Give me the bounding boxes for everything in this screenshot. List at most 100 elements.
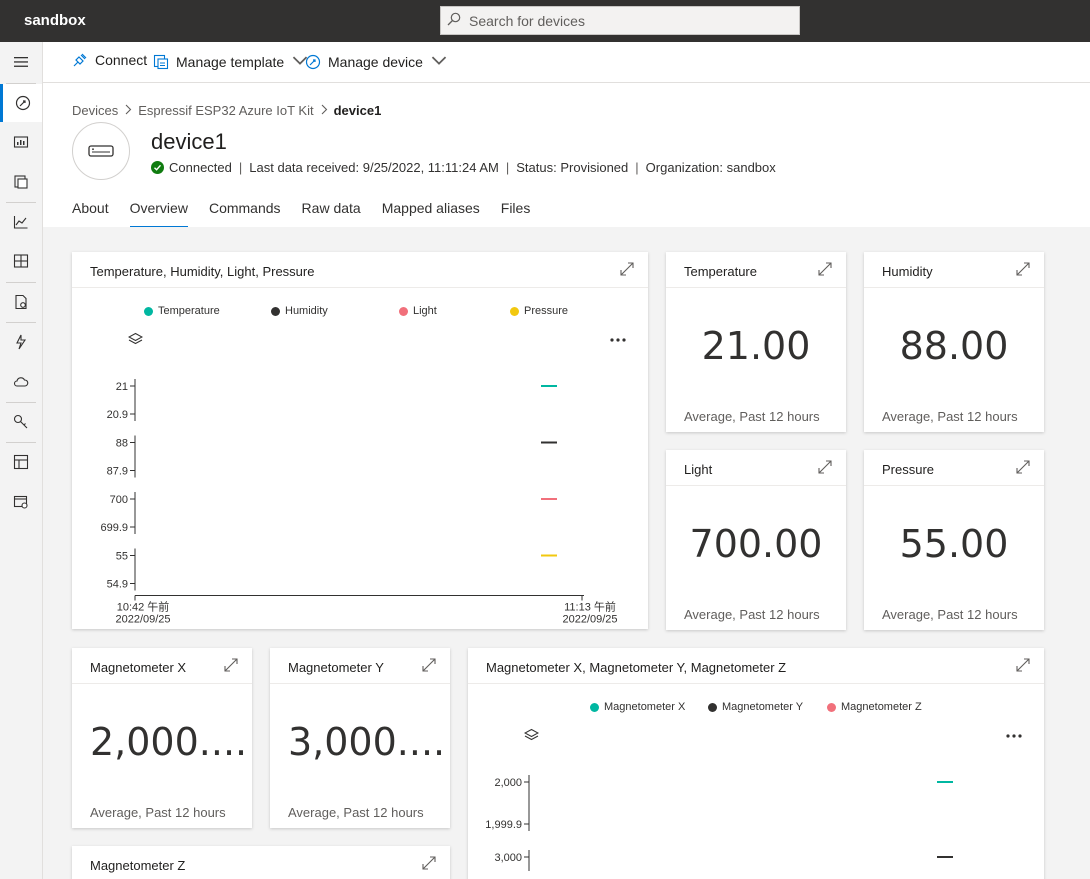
manage-template-button[interactable]: Manage template xyxy=(153,52,315,71)
chart-legend: Temperature Humidity Light Pressure xyxy=(72,305,648,321)
expand-icon[interactable] xyxy=(422,856,436,870)
breadcrumb-template[interactable]: Espressif ESP32 Azure IoT Kit xyxy=(138,103,313,118)
nav-dashboards[interactable] xyxy=(0,242,42,280)
legend-item[interactable]: Pressure xyxy=(510,305,568,317)
series-magnetometer-x: 2,000 1,999.9 xyxy=(485,775,953,831)
expand-icon[interactable] xyxy=(224,658,238,672)
tab-files[interactable]: Files xyxy=(501,200,531,228)
kpi-tile-temperature: Temperature 21.00 Average, Past 12 hours xyxy=(666,252,846,432)
connect-button[interactable]: Connect xyxy=(72,52,147,68)
y-tick-label: 54.9 xyxy=(107,579,128,591)
connection-status: Connected xyxy=(169,160,232,175)
series-magnetometer-y: 3,000 xyxy=(494,850,953,871)
tab-about[interactable]: About xyxy=(72,200,109,228)
y-tick-label: 88 xyxy=(116,438,128,450)
search-icon xyxy=(447,12,469,29)
tab-commands[interactable]: Commands xyxy=(209,200,281,228)
legend-item[interactable]: Humidity xyxy=(271,305,328,317)
tab-raw-data[interactable]: Raw data xyxy=(302,200,361,228)
plug-icon xyxy=(73,53,87,67)
device-tabs: About Overview Commands Raw data Mapped … xyxy=(72,200,551,228)
jobs-icon xyxy=(15,294,27,310)
device-icon xyxy=(88,145,114,157)
nav-data-explorer[interactable] xyxy=(0,203,42,241)
expand-icon[interactable] xyxy=(818,460,832,474)
chart-plot-area: 2120.98887.9700699.95554.910:42 午前2022/0… xyxy=(100,379,618,626)
tile-title: Magnetometer X xyxy=(90,660,187,675)
nav-devices[interactable] xyxy=(0,84,42,122)
chevron-down-icon xyxy=(431,52,454,71)
command-bar: Connect Manage template Manage device xyxy=(43,42,1090,83)
tile-title: Magnetometer Z xyxy=(90,858,186,873)
legend-item[interactable]: Magnetometer Y xyxy=(708,701,803,713)
layers-icon[interactable] xyxy=(524,728,539,743)
layout-icon xyxy=(13,454,29,470)
expand-icon[interactable] xyxy=(1016,262,1030,276)
nav-jobs[interactable] xyxy=(0,283,42,321)
kpi-tile-magnetometer-x: Magnetometer X 2,000.... Average, Past 1… xyxy=(72,648,252,828)
kpi-tile-magnetometer-z: Magnetometer Z xyxy=(72,846,450,879)
x-tick-date: 2022/09/25 xyxy=(115,614,170,626)
last-data-received: Last data received: 9/25/2022, 11:11:24 … xyxy=(249,160,499,175)
nav-data-export[interactable] xyxy=(0,363,42,401)
breadcrumb-current: device1 xyxy=(333,103,382,118)
device-title: device1 xyxy=(151,129,227,154)
x-tick-date: 2022/09/25 xyxy=(562,614,617,626)
cloud-icon xyxy=(13,377,29,387)
tile-title: Magnetometer X, Magnetometer Y, Magnetom… xyxy=(486,660,787,675)
legend-label: Magnetometer Z xyxy=(841,701,922,713)
line-chart-icon xyxy=(13,216,28,229)
device-avatar xyxy=(72,122,130,180)
chevron-right-icon xyxy=(320,103,328,118)
series-temperature: 21 20.9 xyxy=(107,379,557,421)
legend-label: Humidity xyxy=(285,305,328,317)
expand-icon[interactable] xyxy=(1016,658,1030,672)
kpi-subtitle: Average, Past 12 hours xyxy=(882,409,1018,424)
tab-overview[interactable]: Overview xyxy=(129,200,189,228)
connect-label: Connect xyxy=(95,52,148,68)
kpi-subtitle: Average, Past 12 hours xyxy=(90,805,226,820)
more-options-icon[interactable] xyxy=(1006,734,1022,738)
legend-item[interactable]: Magnetometer X xyxy=(590,701,685,713)
app-settings-icon xyxy=(13,495,28,509)
dashboard-icon xyxy=(13,254,29,268)
nav-device-templates[interactable] xyxy=(0,163,42,201)
provision-status: Status: Provisioned xyxy=(516,160,629,175)
series-pressure: 55 54.9 xyxy=(107,548,557,591)
search-input[interactable] xyxy=(469,12,769,29)
manage-device-button[interactable]: Manage device xyxy=(305,52,454,71)
series-humidity: 88 87.9 xyxy=(107,435,557,478)
nav-customization[interactable] xyxy=(0,443,42,481)
nav-rules[interactable] xyxy=(0,323,42,361)
app-brand[interactable]: sandbox xyxy=(24,12,86,29)
more-options-icon[interactable] xyxy=(610,338,626,342)
expand-icon[interactable] xyxy=(818,262,832,276)
hamburger-icon xyxy=(14,57,28,67)
chart-plot-area: 2,000 1,999.9 3,000 xyxy=(485,775,953,871)
expand-icon[interactable] xyxy=(620,262,634,276)
legend-label: Pressure xyxy=(524,305,569,317)
nav-settings[interactable] xyxy=(0,483,42,521)
nav-permissions[interactable] xyxy=(0,403,42,441)
search-box[interactable] xyxy=(440,6,800,35)
series-light: 700 699.9 xyxy=(100,492,557,534)
expand-icon[interactable] xyxy=(422,658,436,672)
nav-device-groups[interactable] xyxy=(0,123,42,161)
tile-title: Magnetometer Y xyxy=(288,660,384,675)
breadcrumb-devices[interactable]: Devices xyxy=(72,103,118,118)
legend-item[interactable]: Temperature xyxy=(144,305,220,317)
layers-icon[interactable] xyxy=(128,332,143,347)
y-tick-label: 1,999.9 xyxy=(485,819,522,831)
legend-item[interactable]: Light xyxy=(399,305,437,317)
kpi-subtitle: Average, Past 12 hours xyxy=(684,607,820,622)
legend-item[interactable]: Magnetometer Z xyxy=(827,701,922,713)
y-tick-label: 3,000 xyxy=(494,852,522,864)
expand-icon[interactable] xyxy=(1016,460,1030,474)
devices-icon xyxy=(15,95,30,111)
legend-dot xyxy=(271,306,280,316)
tab-mapped-aliases[interactable]: Mapped aliases xyxy=(382,200,480,228)
legend-dot xyxy=(510,306,519,316)
hamburger-menu-button[interactable] xyxy=(0,43,42,81)
legend-dot xyxy=(144,306,153,316)
breadcrumb: Devices Espressif ESP32 Azure IoT Kit de… xyxy=(72,103,381,118)
